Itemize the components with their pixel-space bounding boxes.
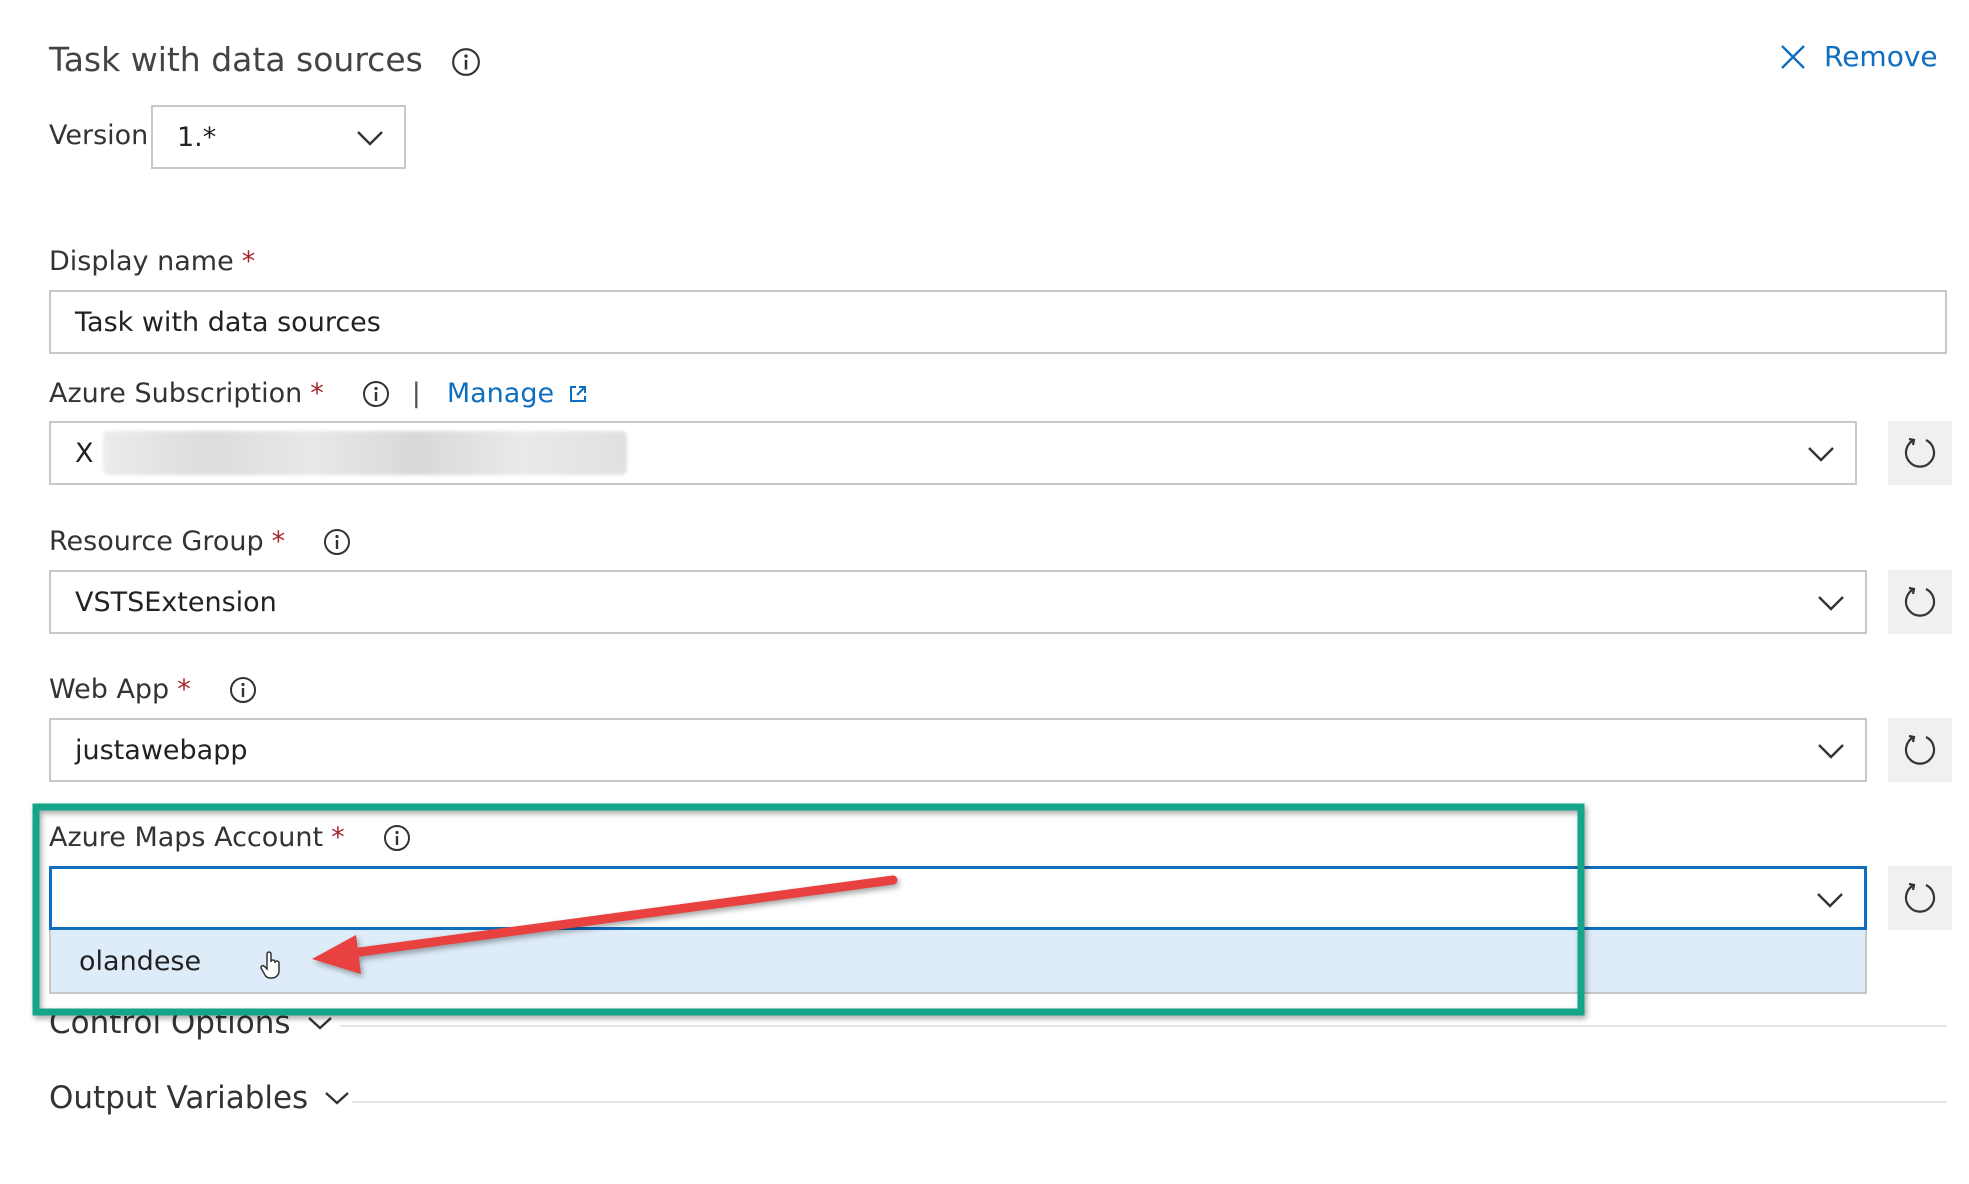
- refresh-icon: [1904, 437, 1936, 468]
- refresh-resource-group-button[interactable]: [1888, 570, 1952, 634]
- chevron-down-icon: [1818, 744, 1844, 759]
- dropdown-option-olandese[interactable]: olandese: [79, 946, 201, 977]
- azure-subscription-select[interactable]: X: [49, 421, 1857, 485]
- info-icon[interactable]: [323, 528, 351, 556]
- display-name-value: Task with data sources: [75, 306, 381, 338]
- chevron-down-icon: [1817, 893, 1843, 908]
- resource-group-label: Resource Group *: [49, 526, 351, 557]
- required-marker: *: [310, 378, 324, 409]
- web-app-label: Web App *: [49, 674, 257, 705]
- resource-group-value: VSTSExtension: [75, 586, 277, 618]
- azure-subscription-label: Azure Subscription * | Manage: [49, 378, 588, 409]
- info-icon[interactable]: [229, 676, 257, 704]
- refresh-web-app-button[interactable]: [1888, 718, 1952, 782]
- external-link-icon[interactable]: [568, 384, 588, 404]
- chevron-down-icon: [325, 1092, 350, 1105]
- resource-group-label-text: Resource Group: [49, 526, 264, 557]
- info-icon[interactable]: [451, 47, 481, 77]
- azure-maps-account-label: Azure Maps Account *: [49, 822, 411, 853]
- version-label: Version: [49, 120, 149, 151]
- output-variables-label: Output Variables: [49, 1080, 309, 1116]
- display-name-label-text: Display name: [49, 246, 234, 277]
- manage-link[interactable]: Manage: [447, 378, 554, 409]
- remove-label: Remove: [1824, 40, 1938, 73]
- separator: |: [411, 378, 421, 409]
- refresh-azure-maps-button[interactable]: [1888, 866, 1952, 930]
- remove-button[interactable]: Remove: [1780, 40, 1938, 73]
- refresh-icon: [1904, 734, 1936, 765]
- section-divider: [340, 1025, 1947, 1027]
- control-options-section[interactable]: Control Options: [49, 1005, 333, 1041]
- azure-subscription-label-text: Azure Subscription: [49, 378, 303, 409]
- control-options-label: Control Options: [49, 1005, 291, 1041]
- section-divider: [352, 1101, 1947, 1103]
- required-marker: *: [331, 822, 345, 853]
- version-select[interactable]: 1.*: [151, 105, 406, 169]
- dropdown-listbox: olandese: [49, 930, 1867, 994]
- display-name-label: Display name *: [49, 246, 255, 277]
- web-app-select[interactable]: justawebapp: [49, 718, 1867, 782]
- hand-cursor-icon: [260, 951, 280, 979]
- web-app-label-text: Web App: [49, 674, 170, 705]
- chevron-down-icon: [357, 131, 383, 146]
- refresh-icon: [1904, 586, 1936, 617]
- azure-subscription-prefix: X: [75, 437, 94, 469]
- info-icon[interactable]: [362, 380, 390, 408]
- resource-group-select[interactable]: VSTSExtension: [49, 570, 1867, 634]
- required-marker: *: [177, 674, 191, 705]
- task-title-text: Task with data sources: [49, 40, 423, 79]
- display-name-input[interactable]: Task with data sources: [49, 290, 1947, 354]
- chevron-down-icon: [1818, 596, 1844, 611]
- version-value: 1.*: [177, 121, 217, 153]
- close-icon: [1781, 44, 1805, 69]
- blurred-subscription-id: [103, 431, 627, 475]
- refresh-subscription-button[interactable]: [1888, 421, 1952, 485]
- output-variables-section[interactable]: Output Variables: [49, 1080, 350, 1116]
- required-marker: *: [271, 526, 286, 557]
- refresh-icon: [1904, 882, 1936, 913]
- required-marker: *: [241, 246, 256, 277]
- azure-maps-account-label-text: Azure Maps Account: [49, 822, 324, 853]
- chevron-down-icon: [1808, 447, 1834, 462]
- chevron-down-icon: [307, 1017, 332, 1030]
- web-app-value: justawebapp: [75, 734, 248, 766]
- info-icon[interactable]: [383, 824, 411, 852]
- task-title: Task with data sources: [49, 40, 481, 79]
- azure-maps-account-select[interactable]: [49, 866, 1867, 930]
